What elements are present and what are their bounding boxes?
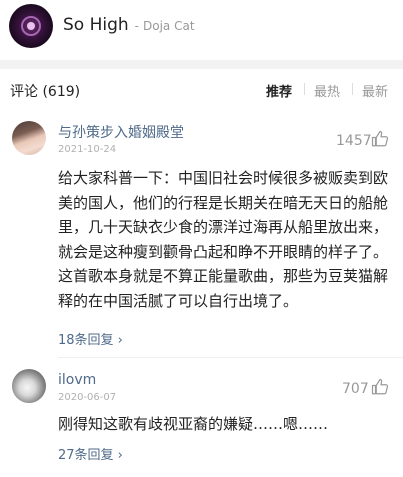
avatar[interactable] [12,369,46,403]
comment-body: 刚得知这歌有歧视亚裔的嫌疑……嗯…… [58,415,329,433]
thumbs-up-icon[interactable] [371,378,389,396]
song-title: So High [63,15,129,35]
song-artist: Doja Cat [143,19,195,33]
comments-header: 评论 (619) 推荐 最热 最新 [0,69,403,109]
section-divider [0,60,403,69]
comment-divider [58,357,403,358]
sort-separator [352,83,353,95]
replies-link[interactable]: 18条回复 › [58,329,123,348]
replies-link[interactable]: 27条回复 › [58,444,123,463]
comment-username[interactable]: 与孙策步入婚姻殿堂 [58,122,184,142]
like-count: 707 [342,381,369,397]
comment-item: 与孙策步入婚姻殿堂 2021-10-24 1457 给大家科普一下：中国旧社会时… [0,109,403,359]
album-art-center [27,22,35,30]
sort-newest[interactable]: 最新 [362,81,388,100]
song-info: So High - Doja Cat [63,15,195,35]
comment-username[interactable]: ilovm [58,372,96,388]
sort-hottest[interactable]: 最热 [314,81,340,100]
comment-body: 给大家科普一下：中国旧社会时候很多被贩卖到欧美的国人，他们的行程是长期关在暗无天… [58,169,389,310]
like-count: 1457 [336,133,372,149]
comment-item: ilovm 2020-06-07 707 刚得知这歌有歧视亚裔的嫌疑……嗯…… … [0,359,403,477]
sort-separator [304,83,305,95]
song-separator: - [134,19,140,33]
comments-count-title: 评论 (619) [10,84,81,100]
comment-date: 2021-10-24 [58,144,117,155]
sort-recommended[interactable]: 推荐 [266,81,292,100]
album-art[interactable] [9,4,53,48]
comment-date: 2020-06-07 [58,392,117,403]
avatar[interactable] [12,121,46,155]
song-bar[interactable]: So High - Doja Cat [0,0,403,58]
thumbs-up-icon[interactable] [371,130,389,148]
